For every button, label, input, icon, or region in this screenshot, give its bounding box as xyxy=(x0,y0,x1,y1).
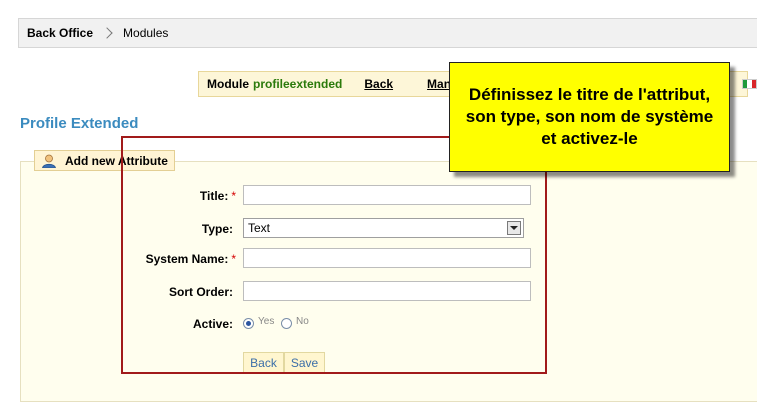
title-input[interactable] xyxy=(243,185,531,205)
callout-text: Définissez le titre de l'attribut, son t… xyxy=(465,85,714,148)
module-back-link[interactable]: Back xyxy=(364,77,393,91)
active-yes-radio[interactable] xyxy=(243,318,254,329)
sort-order-input[interactable] xyxy=(243,281,531,301)
title-label: Title: * xyxy=(199,189,236,203)
active-no-radio[interactable] xyxy=(281,318,292,329)
type-label: Type: xyxy=(201,222,233,236)
active-yes-label: Yes xyxy=(258,316,275,327)
module-name: profileextended xyxy=(253,77,343,91)
system-name-label: System Name: * xyxy=(145,252,236,266)
page-title: Profile Extended xyxy=(20,115,139,132)
tutorial-callout: Définissez le titre de l'attribut, son t… xyxy=(449,62,730,172)
module-prefix: Module xyxy=(207,77,249,91)
form-legend-label: Add new Attribute xyxy=(65,153,168,168)
breadcrumb-modules[interactable]: Modules xyxy=(123,26,168,40)
back-button[interactable]: Back xyxy=(243,352,284,374)
active-no-label: No xyxy=(296,316,309,327)
breadcrumb: Back Office Modules xyxy=(18,18,757,48)
type-select[interactable]: Text xyxy=(243,218,524,238)
form-legend: Add new Attribute xyxy=(34,150,175,171)
user-icon xyxy=(41,154,57,168)
type-select-value: Text xyxy=(248,221,271,235)
active-label: Active: xyxy=(192,317,233,331)
save-button[interactable]: Save xyxy=(284,352,325,374)
breadcrumb-back-office[interactable]: Back Office xyxy=(27,26,93,40)
system-name-input[interactable] xyxy=(243,248,531,268)
sort-order-label: Sort Order: xyxy=(168,285,233,299)
chevron-right-icon xyxy=(101,27,113,39)
italian-flag-icon[interactable] xyxy=(742,79,757,89)
chevron-down-icon[interactable] xyxy=(507,221,521,235)
